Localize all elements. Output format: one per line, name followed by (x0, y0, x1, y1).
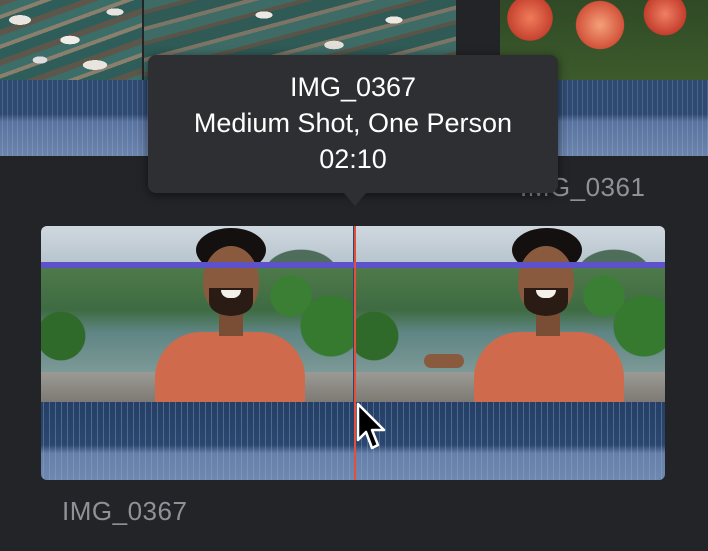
clip-frame-1 (41, 226, 353, 402)
clip-info-tooltip: IMG_0367 Medium Shot, One Person 02:10 (148, 55, 558, 193)
person-image (141, 226, 321, 402)
person-image (424, 226, 634, 402)
clip-thumbnail-top-left[interactable] (0, 0, 142, 80)
tooltip-duration: 02:10 (319, 144, 387, 174)
clip-frame-2 (354, 226, 665, 402)
keyword-range-bar[interactable] (41, 262, 665, 268)
clip-label-main: IMG_0367 (62, 496, 188, 526)
tooltip-shot-type: Medium Shot, One Person (193, 108, 513, 138)
arrow-cursor-icon (356, 402, 386, 450)
tooltip-arrow (343, 192, 367, 206)
timeline-clip-main[interactable] (41, 226, 665, 480)
tooltip-clip-name: IMG_0367 (289, 72, 417, 102)
audio-waveform-main[interactable] (41, 402, 665, 480)
